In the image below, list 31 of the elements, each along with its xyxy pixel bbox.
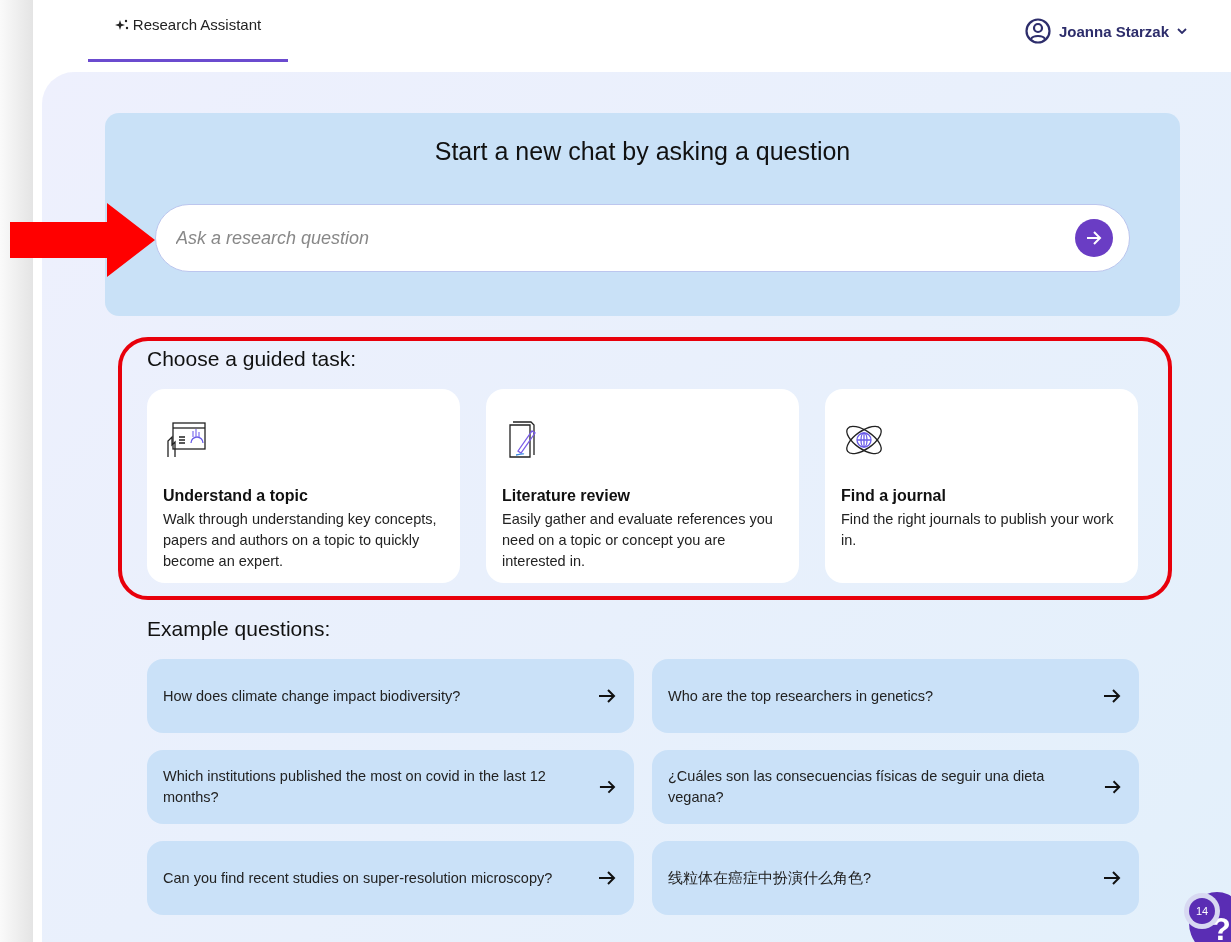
nav-tab[interactable]: Research Assistant [88,0,288,62]
send-button[interactable] [1075,219,1113,257]
task-description: Easily gather and evaluate references you need on a topic or concept you are interested in. [502,510,774,571]
arrow-right-icon [598,688,616,704]
task-title: Literature review [502,487,632,505]
arrow-right-icon [1103,779,1121,795]
task-description: Find the right journals to publish your work in. [841,510,1115,550]
task-card[interactable]: Literature review Easily gather and evaluate references you need on a topic or concept you are interested in. [486,389,799,583]
section-heading: Example questions: [147,617,332,641]
example-question[interactable]: How does climate change impact biodiversity? [147,659,634,733]
task-title: Find a journal [841,487,947,505]
section-heading: Choose a guided task: [147,347,357,371]
example-question[interactable]: ¿Cuáles son las consecuencias físicas de seguir una dieta vegana? [652,750,1139,824]
example-question[interactable]: Who are the top researchers in genetics? [652,659,1139,733]
arrow-right-icon [1103,688,1121,704]
user-avatar-icon [1024,18,1051,44]
task-card[interactable]: Find a journal Find the right journals to publish your work in. [825,389,1138,583]
arrow-right-icon [1103,870,1121,886]
example-question[interactable]: Which institutions published the most on covid in the last 12 months? [147,750,634,824]
example-question[interactable]: Can you find recent studies on super-resolution microscopy? [147,841,634,915]
arrow-right-icon [599,779,616,795]
arrow-right-icon [598,870,616,886]
task-description: Walk through understanding key concepts, papers and authors on a topic to quickly become an expert. [163,510,438,571]
chevron-down-icon [1177,28,1187,34]
sparkle-icon [114,17,129,32]
task-card[interactable]: Understand a topic Walk through understanding key concepts, papers and authors on a topic to quickly become an expert. [147,389,460,583]
arrow-right-icon [1085,229,1103,247]
example-question[interactable]: 线粒体在癌症中扮演什么角色? [652,841,1139,915]
hero-title: Start a new chat by asking a question [434,137,851,166]
task-title: Understand a topic [163,487,309,505]
user-menu[interactable]: Joanna Starzak [1024,0,1187,72]
